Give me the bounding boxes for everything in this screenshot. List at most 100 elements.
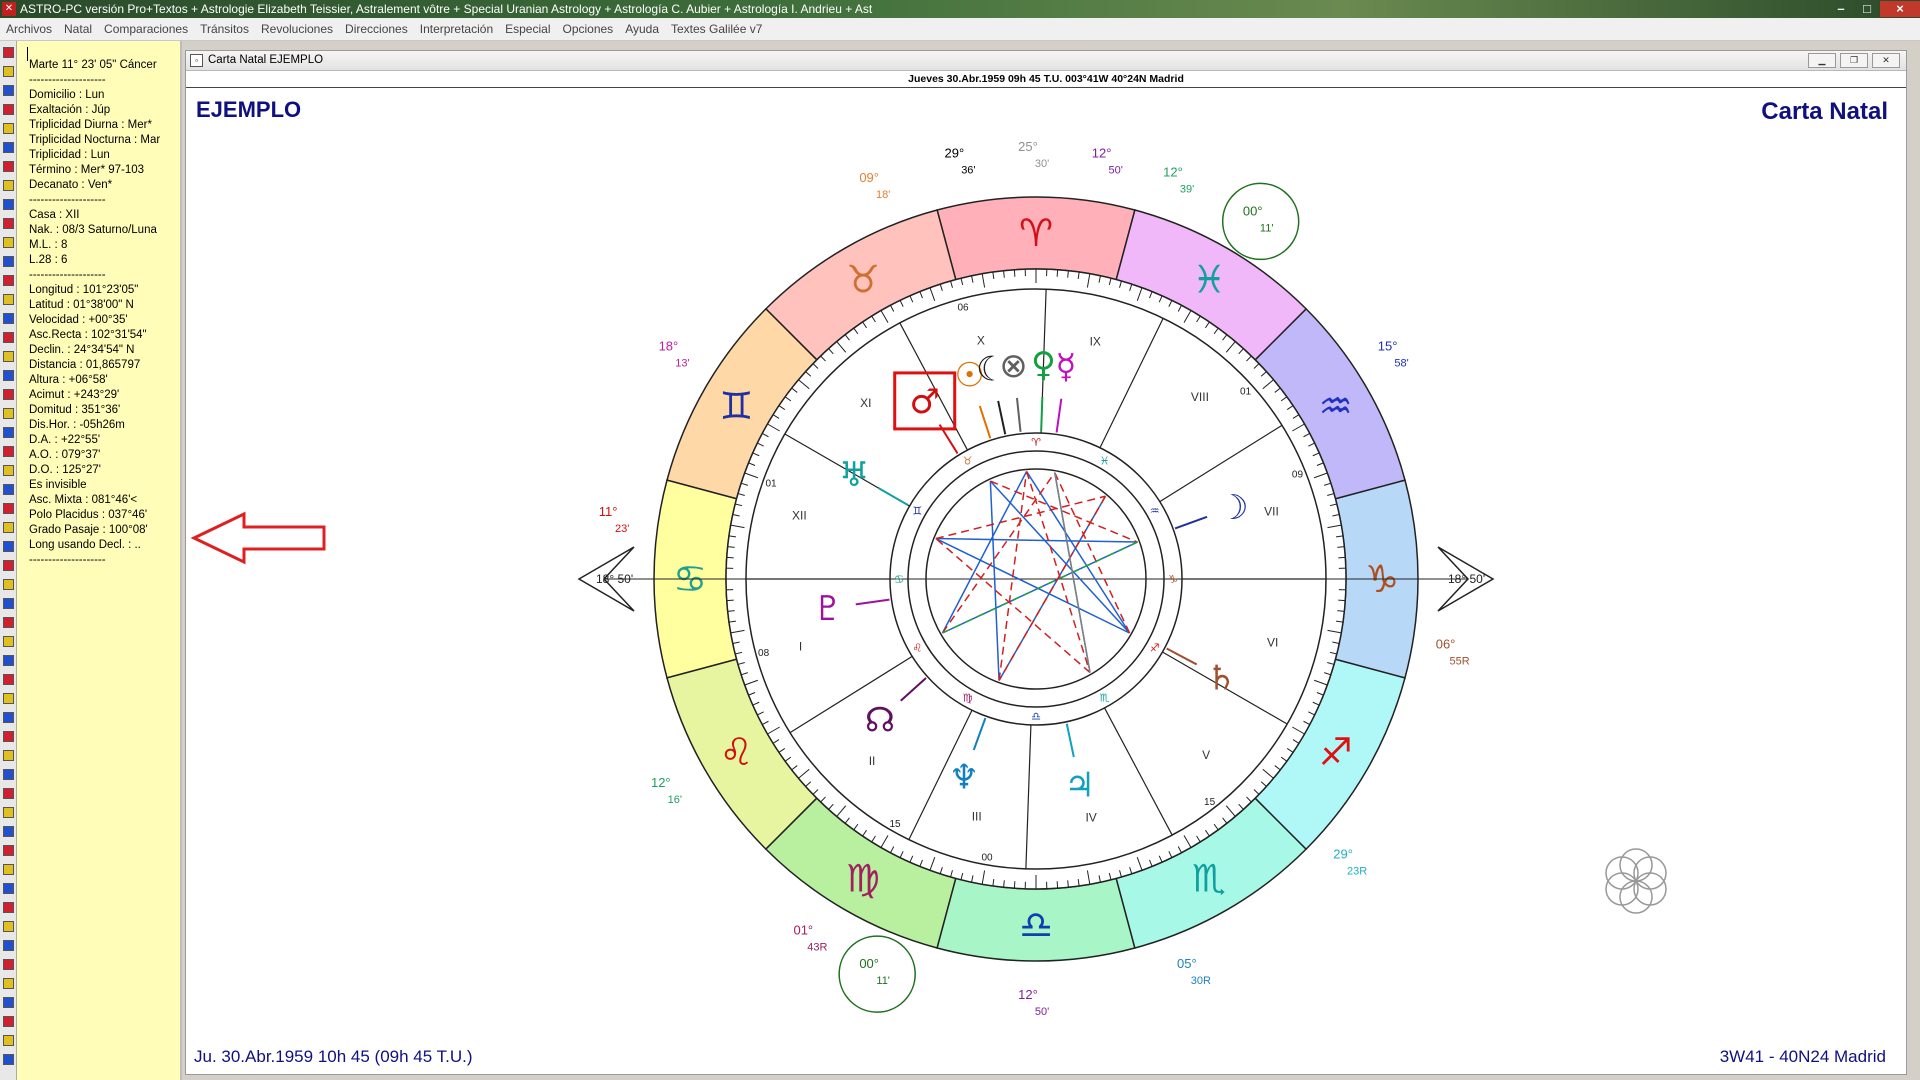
color-marker[interactable] <box>3 522 14 533</box>
color-marker[interactable] <box>3 66 14 77</box>
cusp-degree-label: 18° <box>659 338 679 353</box>
info-line: Domitud : 351°36' <box>29 404 121 416</box>
color-marker[interactable] <box>3 921 14 932</box>
degree-tick-label: 15 <box>889 819 901 830</box>
info-line: Exaltación : Júp <box>29 104 111 116</box>
color-marker[interactable] <box>3 465 14 476</box>
cusp-minute-label: 13' <box>675 357 689 369</box>
color-marker[interactable] <box>3 769 14 780</box>
menu-comparaciones[interactable]: Comparaciones <box>98 18 194 40</box>
house-number: I <box>799 640 802 654</box>
menu-tr-nsitos[interactable]: Tránsitos <box>194 18 255 40</box>
color-marker[interactable] <box>3 579 14 590</box>
menu-textes-galil-e-v7[interactable]: Textes Galilée v7 <box>665 18 768 40</box>
house-number: V <box>1202 748 1210 762</box>
menu-especial[interactable]: Especial <box>499 18 556 40</box>
color-marker[interactable] <box>3 978 14 989</box>
menu-interpretaci-n[interactable]: Interpretación <box>414 18 499 40</box>
color-marker[interactable] <box>3 370 14 381</box>
cusp-minute-label: 11' <box>876 975 890 987</box>
color-marker[interactable] <box>3 845 14 856</box>
color-marker[interactable] <box>3 693 14 704</box>
color-marker[interactable] <box>3 731 14 742</box>
color-marker[interactable] <box>3 313 14 324</box>
house-number: VII <box>1264 504 1279 518</box>
cusp-degree-label: 00° <box>859 956 879 971</box>
color-marker[interactable] <box>3 883 14 894</box>
color-marker[interactable] <box>3 864 14 875</box>
color-marker[interactable] <box>3 180 14 191</box>
cusp-minute-label: 58' <box>1394 357 1408 369</box>
color-marker[interactable] <box>3 237 14 248</box>
info-line: -------------------- <box>29 194 106 206</box>
color-marker[interactable] <box>3 788 14 799</box>
color-marker[interactable] <box>3 674 14 685</box>
cusp-degree-label: 12° <box>1163 165 1183 180</box>
chart-window[interactable]: ▫ Carta Natal EJEMPLO ▁ ❐ ✕ Jueves 30.Ab… <box>185 50 1907 1075</box>
color-marker[interactable] <box>3 104 14 115</box>
color-marker[interactable] <box>3 142 14 153</box>
info-line: -------------------- <box>29 269 106 281</box>
info-line: -------------------- <box>29 74 106 86</box>
color-marker[interactable] <box>3 218 14 229</box>
minimize-icon[interactable]: – <box>1828 1 1854 17</box>
color-marker[interactable] <box>3 503 14 514</box>
maximize-icon[interactable]: □ <box>1854 1 1880 17</box>
color-marker[interactable] <box>3 294 14 305</box>
color-marker[interactable] <box>3 85 14 96</box>
color-marker[interactable] <box>3 256 14 267</box>
menu-ayuda[interactable]: Ayuda <box>619 18 665 40</box>
color-marker[interactable] <box>3 712 14 723</box>
cusp-degree-label: 12° <box>651 775 671 790</box>
color-marker[interactable] <box>3 484 14 495</box>
color-marker[interactable] <box>3 636 14 647</box>
menu-opciones[interactable]: Opciones <box>556 18 619 40</box>
info-line: Asc. Mixta : 081°46'< <box>29 494 138 506</box>
color-marker[interactable] <box>3 598 14 609</box>
color-marker[interactable] <box>3 427 14 438</box>
pisces-sign-icon: ♓ <box>1192 257 1226 301</box>
color-marker[interactable] <box>3 940 14 951</box>
color-marker[interactable] <box>3 902 14 913</box>
menu-natal[interactable]: Natal <box>58 18 98 40</box>
red-arrow-icon <box>190 511 326 565</box>
color-marker[interactable] <box>3 351 14 362</box>
color-marker[interactable] <box>3 997 14 1008</box>
color-marker[interactable] <box>3 826 14 837</box>
gemini-inner-icon: ♊ <box>912 505 922 518</box>
color-marker[interactable] <box>3 123 14 134</box>
color-marker[interactable] <box>3 655 14 666</box>
color-marker[interactable] <box>3 408 14 419</box>
cusp-minute-label: 50' <box>1108 164 1122 176</box>
color-marker[interactable] <box>3 389 14 400</box>
color-marker[interactable] <box>3 560 14 571</box>
menu-archivos[interactable]: Archivos <box>0 18 58 40</box>
color-marker[interactable] <box>3 47 14 58</box>
color-marker[interactable] <box>3 617 14 628</box>
text-cursor <box>27 47 28 61</box>
color-marker[interactable] <box>3 332 14 343</box>
menu-revoluciones[interactable]: Revoluciones <box>255 18 339 40</box>
color-marker[interactable] <box>3 807 14 818</box>
close-icon[interactable]: × <box>1880 1 1920 17</box>
color-marker[interactable] <box>3 1016 14 1027</box>
sagittarius-inner-icon: ♐ <box>1150 642 1160 655</box>
color-marker[interactable] <box>3 199 14 210</box>
color-marker[interactable] <box>3 161 14 172</box>
color-marker[interactable] <box>3 1054 14 1065</box>
flower-logo-icon <box>1605 848 1667 914</box>
info-line: Asc.Recta : 102°31'54" <box>29 329 147 341</box>
color-marker[interactable] <box>3 275 14 286</box>
mercury-planet-icon: ☿ <box>1055 347 1076 387</box>
color-marker[interactable] <box>3 446 14 457</box>
color-marker[interactable] <box>3 1035 14 1046</box>
degree-tick-label: 08 <box>758 648 770 659</box>
chart-wheel: ♈♉♊♋♌♍♎♏♐♑♒♓IIIIII IVVVIVIIVIIIIXXXIXII18… <box>577 139 1495 1018</box>
color-marker[interactable] <box>3 959 14 970</box>
neptune-planet-icon: ♆ <box>949 757 979 797</box>
cusp-minute-label: 11' <box>1260 222 1274 234</box>
degree-tick-label: 15 <box>1204 797 1216 808</box>
color-marker[interactable] <box>3 541 14 552</box>
color-marker[interactable] <box>3 750 14 761</box>
menu-direcciones[interactable]: Direcciones <box>339 18 414 40</box>
